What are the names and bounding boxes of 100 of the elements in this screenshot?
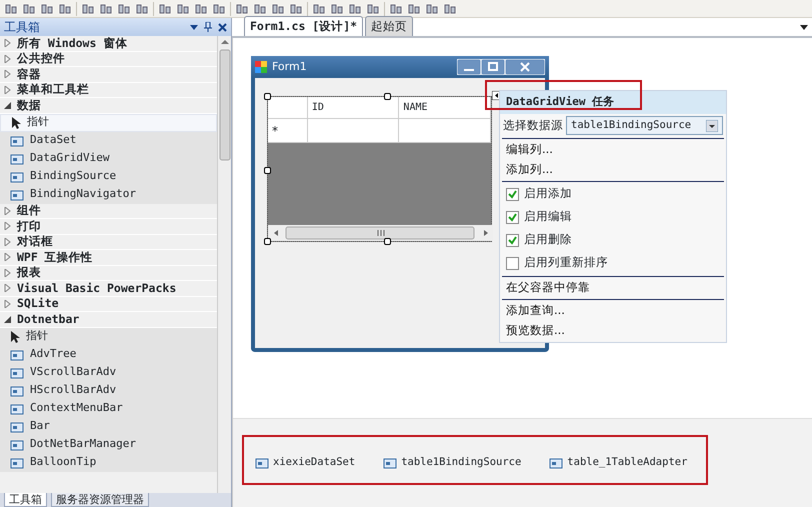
align-icon[interactable] xyxy=(135,2,149,16)
task-link[interactable]: 预览数据... xyxy=(506,322,565,340)
horizontal-scrollbar[interactable] xyxy=(268,225,493,241)
align-icon[interactable] xyxy=(253,2,267,16)
align-icon[interactable] xyxy=(425,2,439,16)
checkbox-label: 启用编辑 xyxy=(524,208,572,226)
align-icon[interactable] xyxy=(99,2,113,16)
data-grid[interactable]: ID NAME * xyxy=(267,96,492,242)
align-icon[interactable] xyxy=(58,2,72,16)
pointer-icon xyxy=(10,330,20,344)
toolbox-item[interactable]: Bar xyxy=(0,418,217,436)
align-icon[interactable] xyxy=(330,2,344,16)
component-icon xyxy=(10,420,24,434)
align-icon[interactable] xyxy=(4,2,18,16)
dropdown-icon[interactable] xyxy=(190,24,198,30)
category-header[interactable]: 对话框 xyxy=(0,234,217,250)
maximize-icon[interactable] xyxy=(481,59,505,75)
component-icon xyxy=(549,456,564,470)
resize-handle[interactable] xyxy=(264,238,271,245)
category-header[interactable]: 所有 Windows 窗体 xyxy=(0,36,217,52)
align-icon[interactable] xyxy=(40,2,54,16)
resize-handle[interactable] xyxy=(264,167,271,174)
category-header[interactable]: 报表 xyxy=(0,266,217,281)
panel-title: 工具箱 xyxy=(4,19,40,36)
component-icon xyxy=(255,456,269,470)
component-icon xyxy=(10,438,24,452)
align-icon[interactable] xyxy=(81,2,95,16)
align-icon[interactable] xyxy=(117,2,131,16)
task-link[interactable]: 添加列... xyxy=(506,160,553,178)
toolbox-item[interactable]: BindingSource xyxy=(0,168,217,186)
component-icon xyxy=(10,134,24,148)
panel-tab[interactable]: 工具箱 xyxy=(4,493,47,507)
component-icon xyxy=(10,402,24,416)
checkbox[interactable] xyxy=(506,234,519,246)
toolbox-item[interactable]: DataGridView xyxy=(0,150,217,168)
align-icon[interactable] xyxy=(235,2,249,16)
align-icon[interactable] xyxy=(366,2,380,16)
category-header[interactable]: 组件 xyxy=(0,204,217,219)
toolbox-item[interactable]: ContextMenuBar xyxy=(0,400,217,418)
align-icon[interactable] xyxy=(348,2,362,16)
toolbox-item[interactable]: DataSet xyxy=(0,132,217,150)
category-header[interactable]: 公共控件 xyxy=(0,52,217,67)
tray-component[interactable]: xiexieDataSet xyxy=(255,455,356,471)
align-icon[interactable] xyxy=(271,2,285,16)
component-icon xyxy=(10,170,24,184)
align-icon[interactable] xyxy=(158,2,172,16)
align-icon[interactable] xyxy=(212,2,226,16)
toolbox-item[interactable]: 指针 xyxy=(0,114,217,132)
panel-tab[interactable]: 服务器资源管理器 xyxy=(51,493,149,507)
align-icon[interactable] xyxy=(176,2,190,16)
checkbox[interactable] xyxy=(506,256,519,270)
document-tab[interactable]: 起始页 xyxy=(365,16,414,36)
checkbox-label: 启用列重新排序 xyxy=(524,254,608,272)
component-icon xyxy=(10,366,24,380)
category-header[interactable]: 打印 xyxy=(0,219,217,234)
toolbox-item[interactable]: AdvTree xyxy=(0,346,217,364)
table-cell[interactable] xyxy=(399,119,491,143)
align-icon[interactable] xyxy=(312,2,326,16)
tray-component[interactable]: table1BindingSource xyxy=(383,455,522,471)
category-header[interactable]: SQLite xyxy=(0,296,217,312)
align-icon[interactable] xyxy=(407,2,421,16)
align-icon[interactable] xyxy=(22,2,36,16)
align-icon[interactable] xyxy=(289,2,303,16)
align-icon[interactable] xyxy=(443,2,457,16)
checkbox[interactable] xyxy=(506,188,519,200)
align-icon[interactable] xyxy=(389,2,403,16)
resize-handle[interactable] xyxy=(264,93,271,100)
toolbox-item[interactable]: BindingNavigator xyxy=(0,186,217,204)
column-header[interactable]: ID xyxy=(308,97,400,119)
form-icon xyxy=(255,61,267,73)
task-link[interactable]: 在父容器中停靠 xyxy=(506,278,590,296)
task-link[interactable]: 编辑列... xyxy=(506,140,553,158)
toolbox-item[interactable]: DotNetBarManager xyxy=(0,436,217,454)
column-header[interactable]: NAME xyxy=(399,97,491,119)
expanded-icon xyxy=(4,316,11,323)
tray-component[interactable]: table_1TableAdapter xyxy=(549,455,688,471)
toolbox-item[interactable]: HScrollBarAdv xyxy=(0,382,217,400)
expanded-icon xyxy=(4,102,11,109)
minimize-icon[interactable] xyxy=(457,59,481,75)
dropdown-icon[interactable] xyxy=(800,25,808,30)
close-icon[interactable] xyxy=(218,22,227,32)
toolbox-item[interactable]: BalloonTip xyxy=(0,454,217,472)
align-icon[interactable] xyxy=(194,2,208,16)
scrollbar[interactable] xyxy=(217,36,231,493)
resize-handle[interactable] xyxy=(384,93,391,100)
category-header[interactable]: WPF 互操作性 xyxy=(0,250,217,266)
category-header[interactable]: 容器 xyxy=(0,67,217,82)
pin-icon[interactable] xyxy=(204,22,212,32)
toolbox-item[interactable]: 指针 xyxy=(0,328,217,346)
dropdown-icon[interactable] xyxy=(706,120,718,132)
checkbox[interactable] xyxy=(506,210,519,224)
resize-handle[interactable] xyxy=(384,238,391,245)
toolbox-item[interactable]: VScrollBarAdv xyxy=(0,364,217,382)
data-source-dropdown[interactable]: table1BindingSource xyxy=(566,116,723,136)
document-tab[interactable]: Form1.cs [设计]* xyxy=(244,16,364,36)
table-cell[interactable] xyxy=(308,119,400,143)
header-cell xyxy=(268,97,308,119)
category-header[interactable]: 菜单和工具栏 xyxy=(0,82,217,98)
task-link[interactable]: 添加查询... xyxy=(506,302,565,320)
category-header[interactable]: Visual Basic PowerPacks xyxy=(0,281,217,296)
